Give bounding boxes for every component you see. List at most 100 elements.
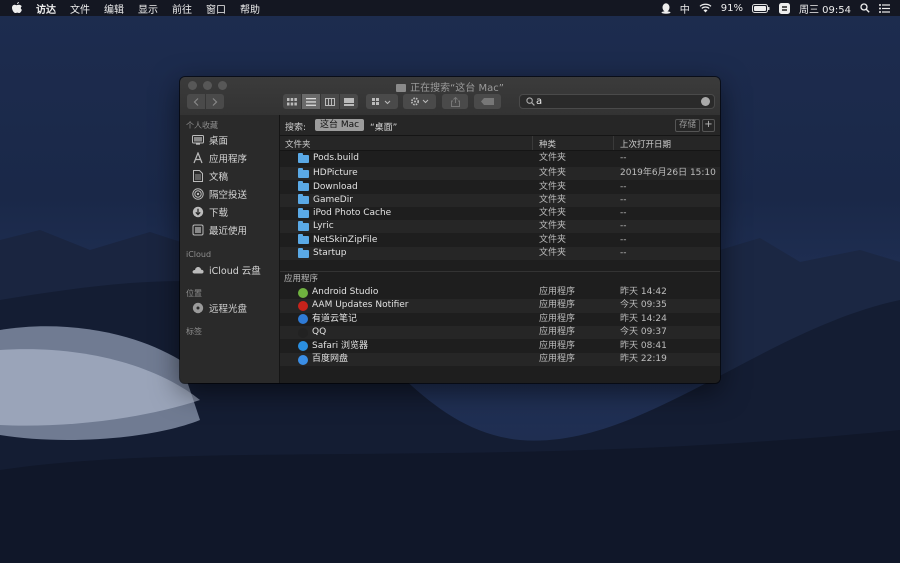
sidebar-item-label: 桌面 [209,136,229,147]
search-input[interactable]: a [536,95,542,108]
scope-desktop-button[interactable]: “桌面” [370,120,397,133]
item-name: Lyric [298,220,334,233]
item-kind: 文件夹 [539,208,567,218]
sidebar: 个人收藏 桌面 应用程序 文稿 隔空投送 下载 最近使用 iCloud iClo… [180,115,280,383]
item-name-text: Lyric [313,221,334,231]
tags-button[interactable] [474,94,501,109]
title-bar: 正在搜索“这台 Mac” a [180,77,720,116]
sidebar-item-applications[interactable]: 应用程序 [192,150,247,166]
folder-row[interactable]: Download 文件夹 -- [280,181,720,194]
gallery-view-button[interactable] [340,94,358,109]
app-row[interactable]: Android Studio 应用程序 昨天 14:42 [280,286,720,299]
sidebar-item-icloud-drive[interactable]: iCloud 云盘 [192,262,261,278]
forward-button[interactable] [206,94,224,109]
clock[interactable]: 周三 09:54 [799,1,851,16]
sidebar-item-desktop[interactable]: 桌面 [192,132,228,148]
wifi-icon[interactable] [699,3,712,13]
folder-row[interactable]: Pods.build 文件夹 -- [280,152,720,165]
menu-finder[interactable]: 访达 [36,1,56,16]
sidebar-item-remote-disc[interactable]: 远程光盘 [192,300,247,316]
app-status-icon[interactable] [779,2,790,14]
column-kind-header[interactable]: 种类 [539,138,556,150]
item-kind: 文件夹 [539,168,567,178]
tag-icon [481,98,494,105]
search-icon [526,96,535,109]
notification-center-icon[interactable] [879,3,890,13]
sidebar-item-downloads[interactable]: 下载 [192,204,228,220]
action-menu-button[interactable] [403,94,436,109]
add-criteria-button[interactable]: + [702,119,715,132]
column-header: 文件夹 种类 上次打开日期 [280,136,720,151]
column-view-button[interactable] [321,94,339,109]
airdrop-icon [192,188,204,200]
folder-row[interactable]: GameDir 文件夹 -- [280,193,720,207]
item-date: 昨天 22:19 [620,354,667,364]
menu-go[interactable]: 前往 [172,1,192,16]
sidebar-item-airdrop[interactable]: 隔空投送 [192,186,247,202]
download-icon [192,206,204,218]
app-row[interactable]: AAM Updates Notifier 应用程序 今天 09:35 [280,299,720,313]
applications-icon [192,152,204,164]
item-name: Download [298,181,358,194]
sidebar-item-label: 最近使用 [209,226,248,237]
clear-search-icon[interactable] [701,97,710,106]
spotlight-search-icon[interactable] [860,3,870,13]
app-row[interactable]: Safari 浏览器 应用程序 昨天 08:41 [280,340,720,353]
menu-file[interactable]: 文件 [70,1,90,16]
folder-row[interactable]: iPod Photo Cache 文件夹 -- [280,207,720,220]
sidebar-item-label: 远程光盘 [209,304,248,315]
folder-row[interactable]: Lyric 文件夹 -- [280,220,720,234]
column-date-header[interactable]: 上次打开日期 [620,138,671,150]
item-date: -- [620,153,627,163]
recents-icon [192,224,204,236]
app-icon [298,341,308,352]
sidebar-item-label: 下载 [209,208,229,219]
item-date: -- [620,248,627,258]
item-name-text: NetSkinZipFile [313,234,378,245]
folder-icon [298,181,309,191]
item-date: -- [620,181,627,192]
input-method-indicator[interactable]: 中 [680,1,690,16]
icon-view-button[interactable] [283,94,301,109]
share-button[interactable] [442,94,468,109]
list-view-button[interactable] [302,94,320,109]
item-kind: 应用程序 [539,287,576,297]
apple-menu-icon[interactable] [12,2,28,14]
sidebar-item-documents[interactable]: 文稿 [192,168,228,184]
item-kind: 应用程序 [539,354,576,364]
search-field[interactable]: a [519,94,715,109]
sidebar-item-label: 文稿 [209,172,229,183]
app-row[interactable]: 有道云笔记 应用程序 昨天 14:24 [280,313,720,326]
column-name-header[interactable]: 文件夹 [285,138,311,150]
document-icon [192,170,204,182]
item-date: -- [620,234,627,245]
sidebar-item-label: iCloud 云盘 [209,266,261,277]
app-row[interactable]: QQ 应用程序 今天 09:37 [280,326,720,340]
sidebar-header-locations: 位置 [186,289,202,298]
battery-icon[interactable] [752,3,770,13]
menu-window[interactable]: 窗口 [206,1,226,16]
menu-view[interactable]: 显示 [138,1,158,16]
folder-row[interactable]: Startup 文件夹 -- [280,247,720,261]
menu-help[interactable]: 帮助 [240,1,260,16]
item-date: 昨天 14:24 [620,313,667,324]
scope-this-mac-button[interactable]: 这台 Mac [315,119,365,131]
battery-percent: 91% [720,2,743,14]
sidebar-item-recents[interactable]: 最近使用 [192,222,247,238]
chevron-left-icon [193,97,199,106]
save-search-button[interactable]: 存储 [674,119,700,132]
app-row[interactable]: 百度网盘 应用程序 昨天 22:19 [280,353,720,367]
chevron-right-icon [212,97,218,106]
group-by-button[interactable] [366,94,398,109]
item-name-text: Startup [313,248,347,258]
folder-row[interactable]: NetSkinZipFile 文件夹 -- [280,234,720,247]
item-name: Startup [298,247,346,260]
back-button[interactable] [187,94,205,109]
folder-icon [298,220,309,231]
menu-edit[interactable]: 编辑 [104,1,124,16]
item-name-text: Android Studio [312,287,379,297]
item-kind: 文件夹 [539,153,567,163]
qq-status-icon[interactable] [661,2,671,14]
item-name: Android Studio [298,286,378,299]
folder-row[interactable]: HDPicture 文件夹 2019年6月26日 15:10 [280,167,720,181]
